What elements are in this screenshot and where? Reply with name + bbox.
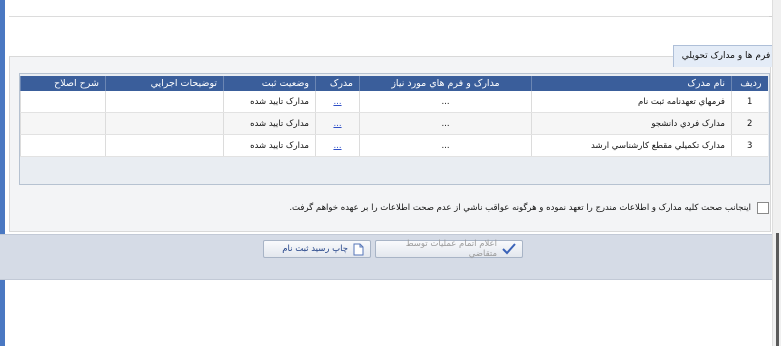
print-receipt-button[interactable]: چاپ رسيد ثبت نام [263, 240, 371, 258]
documents-table: رديف نام مدرک مدارک و فرم هاي مورد نياز … [20, 76, 768, 157]
row-doc-name: فرمهاي تعهدنامه ثبت نام [531, 91, 732, 113]
row-fix [20, 91, 106, 113]
print-receipt-label: چاپ رسيد ثبت نام [282, 244, 348, 254]
document-icon [353, 243, 364, 256]
document-link[interactable]: ... [333, 119, 341, 129]
row-fix [20, 112, 106, 135]
col-header-fix[interactable]: شرح اصلاح [20, 76, 106, 91]
col-header-doc[interactable]: مدرک [315, 76, 360, 91]
col-header-notes[interactable]: توضيحات اجرايي [105, 76, 224, 91]
row-status: مدارک تاييد شده [223, 112, 316, 135]
row-notes [105, 91, 224, 113]
row-notes [105, 112, 224, 135]
left-accent-bar [0, 0, 5, 346]
row-status: مدارک تاييد شده [223, 134, 316, 157]
row-doc-name: مدارک تکميلي مقطع کارشناسي ارشد [531, 134, 732, 157]
row-required: ... [359, 134, 532, 157]
row-required: ... [359, 112, 532, 135]
section-tab-title: فرم ها و مدارک تحويلي [673, 45, 779, 67]
table-row[interactable]: 1 فرمهاي تعهدنامه ثبت نام ... ... مدارک … [20, 91, 768, 113]
row-index: 3 [731, 134, 768, 157]
checkmark-icon [502, 243, 516, 255]
col-header-index[interactable]: رديف [731, 76, 768, 91]
row-required: ... [359, 91, 532, 113]
confirm-label: اينجانب صحت کليه مدارک و اطلاعات مندرج ر… [289, 203, 751, 213]
finish-operation-button[interactable]: اعلام اتمام عمليات توسط متقاضي [375, 239, 523, 259]
confirm-checkbox[interactable] [757, 202, 769, 214]
col-header-name[interactable]: نام مدرک [531, 76, 732, 91]
row-doc-name: مدارک فردي دانشجو [531, 112, 732, 135]
row-index: 1 [731, 91, 768, 113]
row-fix [20, 134, 106, 157]
table-row[interactable]: 3 مدارک تکميلي مقطع کارشناسي ارشد ... ..… [20, 134, 768, 157]
row-notes [105, 134, 224, 157]
top-panel [9, 0, 781, 17]
vertical-scrollbar[interactable] [772, 0, 781, 346]
row-index: 2 [731, 112, 768, 135]
divider [9, 16, 769, 17]
table-row[interactable]: 2 مدارک فردي دانشجو ... ... مدارک تاييد … [20, 112, 768, 135]
confirm-row: اينجانب صحت کليه مدارک و اطلاعات مندرج ر… [289, 200, 769, 216]
document-link[interactable]: ... [333, 97, 341, 107]
col-header-status[interactable]: وضعيت ثبت [223, 76, 316, 91]
row-status: مدارک تاييد شده [223, 91, 316, 113]
document-link[interactable]: ... [333, 141, 341, 151]
table-header-row: رديف نام مدرک مدارک و فرم هاي مورد نياز … [20, 76, 768, 91]
scrollbar-thumb[interactable] [776, 233, 779, 346]
col-header-required[interactable]: مدارک و فرم هاي مورد نياز [359, 76, 532, 91]
finish-operation-label: اعلام اتمام عمليات توسط متقاضي [405, 239, 497, 259]
